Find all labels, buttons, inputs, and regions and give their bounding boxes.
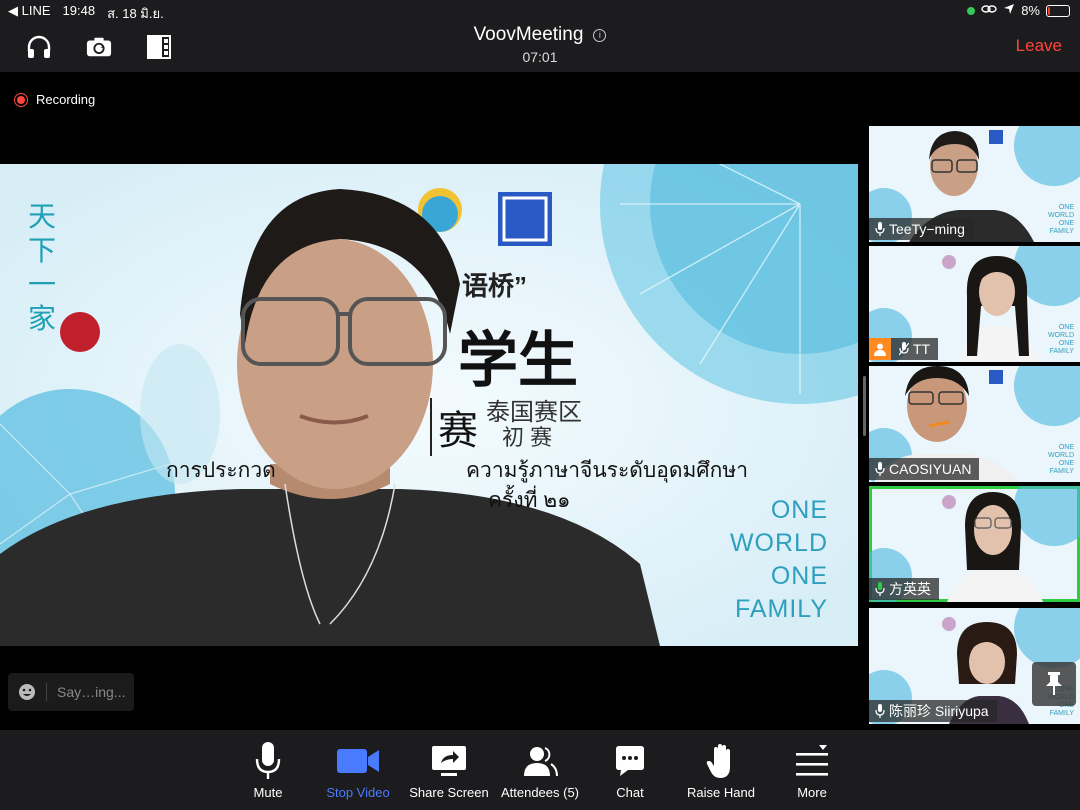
recording-label: Recording	[36, 92, 96, 107]
participant-name: 方英英	[889, 581, 931, 597]
participant-name-tag: CAOSIYUAN	[869, 458, 980, 480]
mic-speaking-icon	[875, 582, 885, 596]
overlay-prelim: 初 赛	[502, 425, 553, 450]
participant-name-tag: TeeTy−ming	[869, 218, 973, 240]
person-icon	[869, 338, 891, 360]
thumbnail-scrollbar[interactable]	[863, 376, 866, 436]
meeting-title: VoovMeeting	[473, 24, 584, 45]
microphone-icon	[255, 742, 281, 779]
overlay-sai: 赛	[430, 398, 478, 456]
participant-tile-active-speaker[interactable]: 方英英	[869, 486, 1080, 602]
more-button[interactable]: More	[764, 740, 860, 800]
back-to-app[interactable]: ◀ LINE	[8, 3, 51, 24]
chat-bubble-icon	[616, 746, 644, 776]
status-bar: ◀ LINE 19:48 ส. 18 มิ.ย. 8%	[0, 0, 1080, 22]
divider	[46, 683, 47, 701]
mic-icon	[875, 462, 885, 476]
leave-button[interactable]: Leave	[1016, 36, 1062, 56]
location-icon	[1003, 3, 1015, 18]
share-screen-button[interactable]: Share Screen	[401, 740, 497, 800]
mute-label: Mute	[253, 785, 283, 800]
attendees-icon	[524, 747, 558, 777]
mic-off-icon	[899, 342, 909, 356]
participant-tile[interactable]: ONEWORLDONEFAMILY 陈丽珍 Siiriyupa	[869, 608, 1080, 724]
main-video[interactable]: 天下一家 语桥” 学生 赛 泰国赛区 初 赛 การประกวด ความรู้…	[0, 164, 858, 646]
raise-hand-label: Raise Hand	[687, 785, 755, 800]
participant-tile[interactable]: ONE WORLD ONE FAMILY CAOSIYUAN	[869, 366, 1080, 482]
participant-name: TeeTy−ming	[889, 221, 965, 237]
stop-video-label: Stop Video	[326, 785, 390, 800]
participant-tile[interactable]: ONE WORLD ONE FAMILY TeeTy−ming	[869, 126, 1080, 242]
camera-in-use-indicator	[967, 6, 976, 15]
overlay-left-vertical: 天下一家	[28, 200, 57, 335]
overlay-bridge-quote: 语桥”	[462, 271, 528, 301]
participant-name-tag: TT	[869, 338, 939, 360]
status-time: 19:48	[62, 3, 96, 18]
stop-video-button[interactable]: Stop Video	[310, 740, 406, 800]
chat-input-placeholder: Say…ing...	[57, 684, 126, 700]
tile-overlay-text: ONEWORLDONEFAMILY	[1047, 324, 1074, 355]
attendees-button[interactable]: Attendees (5)	[492, 740, 588, 800]
participant-name-tag: 方英英	[869, 578, 939, 600]
chat-quick-input[interactable]: Say…ing...	[8, 673, 134, 711]
participant-name: 陈丽珍 Siiriyupa	[889, 703, 989, 719]
raise-hand-icon	[706, 744, 730, 778]
bottom-toolbar: Mute Stop Video Share Screen Attendees (…	[0, 730, 1080, 810]
recording-indicator[interactable]: Recording	[14, 92, 95, 107]
participant-name-tag: 陈丽珍 Siiriyupa	[869, 700, 997, 722]
tile-overlay-text: ONEWORLDONEFAMILY	[1047, 204, 1074, 235]
chat-button[interactable]: Chat	[582, 740, 678, 800]
battery-icon	[1046, 4, 1070, 17]
tile-overlay-text: ONEWORLDONEFAMILY	[1047, 444, 1074, 475]
raise-hand-button[interactable]: Raise Hand	[673, 740, 769, 800]
share-screen-icon	[432, 746, 466, 776]
link-icon	[981, 3, 997, 18]
overlay-thai-left: การประกวด	[166, 459, 276, 482]
participant-name: CAOSIYUAN	[889, 461, 972, 477]
more-menu-icon	[796, 745, 828, 776]
meeting-header: VoovMeeting i 07:01 Leave	[0, 22, 1080, 72]
pin-icon	[1046, 672, 1062, 695]
mute-button[interactable]: Mute	[220, 740, 316, 800]
emoji-icon[interactable]	[18, 683, 36, 701]
participant-name: TT	[913, 341, 931, 357]
info-icon[interactable]: i	[593, 29, 607, 43]
participant-tile[interactable]: ONE WORLD ONE FAMILY TT	[869, 246, 1080, 362]
overlay-students: 学生	[458, 326, 578, 396]
overlay-thai-right: ความรู้ภาษาจีนระดับอุดมศึกษา	[466, 459, 748, 482]
more-label: More	[797, 785, 827, 800]
meeting-elapsed-time: 07:01	[522, 49, 558, 65]
mic-icon	[875, 222, 885, 236]
overlay-thai-line2: ครั้งที่ ๒๑	[488, 489, 571, 512]
share-screen-label: Share Screen	[409, 785, 489, 800]
attendees-label: Attendees (5)	[500, 785, 580, 800]
chat-label: Chat	[616, 785, 644, 800]
record-icon	[14, 92, 28, 107]
video-camera-icon	[337, 749, 379, 773]
overlay-one-world-one-family: ONE WORLD ONE FAMILY	[729, 496, 828, 623]
pin-button[interactable]	[1032, 662, 1076, 706]
status-date: ส. 18 มิ.ย.	[107, 6, 164, 21]
mic-icon	[875, 704, 885, 718]
battery-percent: 8%	[1021, 3, 1040, 18]
